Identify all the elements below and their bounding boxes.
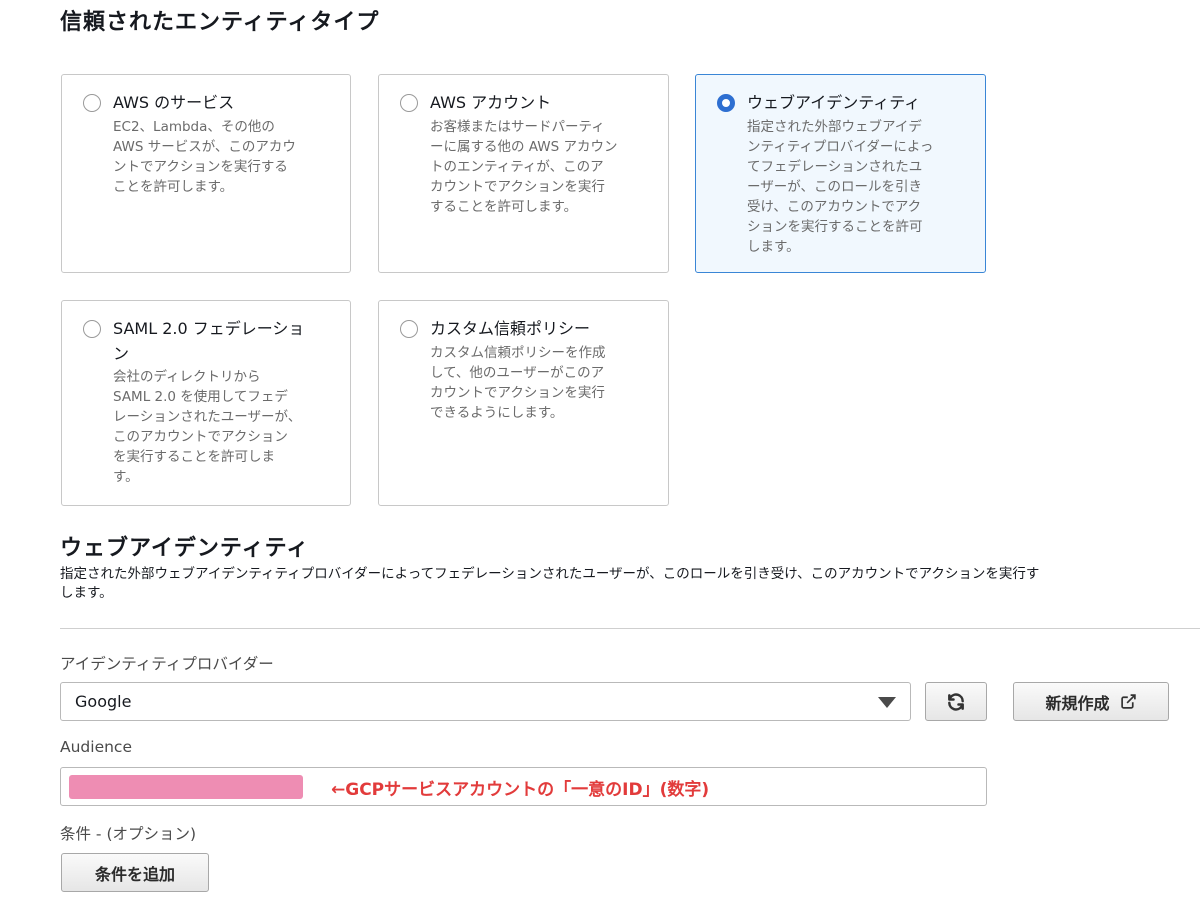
desc-line: レーションされたユーザーが、 <box>113 409 302 425</box>
entity-card-aws-service[interactable]: AWS のサービス EC2、Lambda、その他の AWS サービスが、このアカ… <box>61 74 351 273</box>
card-title: カスタム信頼ポリシー <box>430 319 591 338</box>
card-description: 会社のディレクトリから SAML 2.0 を使用してフェデ レーションされたユー… <box>113 367 336 487</box>
add-condition-button[interactable]: 条件を追加 <box>61 853 209 892</box>
entity-card-saml[interactable]: SAML 2.0 フェデレーショ ン 会社のディレクトリから SAML 2.0 … <box>61 300 351 506</box>
desc-line: SAML 2.0 を使用してフェデ <box>113 389 288 405</box>
create-new-button[interactable]: 新規作成 <box>1013 682 1169 721</box>
desc-line: ンティティプロバイダーによっ <box>747 139 934 155</box>
desc-line: AWS サービスが、このアカウ <box>113 139 296 155</box>
card-title: ウェブアイデンティティ <box>747 93 921 112</box>
desc-line: します。 <box>60 585 113 601</box>
card-title: AWS アカウント <box>430 93 552 112</box>
desc-line: お客様またはサードパーティ <box>430 119 605 135</box>
desc-line: 受け、このアカウントでアク <box>747 199 922 215</box>
desc-line: 指定された外部ウェブアイデ <box>747 119 922 135</box>
desc-line: カウントでアクションを実行 <box>430 385 605 401</box>
audience-input[interactable]: ←GCPサービスアカウントの「一意のID」(数字) <box>60 767 987 806</box>
radio-custom-policy[interactable] <box>400 320 418 338</box>
radio-saml[interactable] <box>83 320 101 338</box>
desc-line: EC2、Lambda、その他の <box>113 119 275 135</box>
card-title: SAML 2.0 フェデレーショ ン <box>113 316 336 366</box>
card-description: EC2、Lambda、その他の AWS サービスが、このアカウ ントでアクション… <box>113 117 336 197</box>
audience-label: Audience <box>60 738 132 756</box>
desc-line: ションを実行することを許可 <box>747 219 923 235</box>
entity-card-custom-policy[interactable]: カスタム信頼ポリシー カスタム信頼ポリシーを作成 して、他のユーザーがこのア カ… <box>378 300 669 506</box>
desc-line: ーに属する他の AWS アカウン <box>430 139 618 155</box>
desc-line: ーザーが、このロールを引き <box>747 179 922 195</box>
title-line: SAML 2.0 フェデレーショ <box>113 319 305 338</box>
desc-line: して、他のユーザーがこのア <box>430 365 605 381</box>
card-description: 指定された外部ウェブアイデ ンティティプロバイダーによっ てフェデレーションされ… <box>747 117 971 257</box>
desc-line: します。 <box>747 239 800 255</box>
radio-aws-account[interactable] <box>400 94 418 112</box>
radio-web-identity[interactable] <box>717 94 735 112</box>
provider-select[interactable]: Google <box>60 682 911 721</box>
desc-line: 会社のディレクトリから <box>113 369 261 385</box>
section-heading: ウェブアイデンティティ <box>60 536 310 561</box>
desc-line: てフェデレーションされたユ <box>747 159 923 175</box>
radio-aws-service[interactable] <box>83 94 101 112</box>
divider <box>60 628 1200 629</box>
entity-card-web-identity[interactable]: ウェブアイデンティティ 指定された外部ウェブアイデ ンティティプロバイダーによっ… <box>695 74 986 273</box>
card-description: お客様またはサードパーティ ーに属する他の AWS アカウン トのエンティティが… <box>430 117 654 217</box>
desc-line: トのエンティティが、このア <box>430 159 604 175</box>
card-title: AWS のサービス <box>113 93 235 112</box>
section-description: 指定された外部ウェブアイデンティティプロバイダーによってフェデレーションされたユ… <box>60 565 1200 603</box>
create-new-label: 新規作成 <box>1045 693 1110 713</box>
desc-line: 指定された外部ウェブアイデンティティプロバイダーによってフェデレーションされたユ… <box>60 566 1040 582</box>
page-title: 信頼されたエンティティタイプ <box>60 10 380 35</box>
desc-line: カスタム信頼ポリシーを作成 <box>430 345 606 361</box>
caret-down-icon <box>878 697 896 708</box>
desc-line: カウントでアクションを実行 <box>430 179 605 195</box>
refresh-button[interactable] <box>925 682 987 721</box>
desc-line: することを許可します。 <box>430 199 578 215</box>
annotation-text: ←GCPサービスアカウントの「一意のID」(数字) <box>331 780 710 800</box>
refresh-icon <box>948 692 964 711</box>
external-link-icon <box>1120 694 1136 709</box>
title-line: ン <box>113 344 130 363</box>
desc-line: す。 <box>113 469 139 485</box>
provider-label: アイデンティティプロバイダー <box>60 655 274 673</box>
card-description: カスタム信頼ポリシーを作成 して、他のユーザーがこのア カウントでアクションを実… <box>430 343 654 423</box>
provider-value: Google <box>75 692 132 711</box>
desc-line: このアカウントでアクション <box>113 429 288 445</box>
entity-card-aws-account[interactable]: AWS アカウント お客様またはサードパーティ ーに属する他の AWS アカウン… <box>378 74 669 273</box>
desc-line: できるようにします。 <box>430 405 564 421</box>
desc-line: ントでアクションを実行する <box>113 159 288 175</box>
conditions-label: 条件 - (オプション) <box>60 825 197 843</box>
desc-line: を実行することを許可しま <box>113 449 275 465</box>
redacted-value <box>69 775 303 799</box>
desc-line: ことを許可します。 <box>113 179 234 195</box>
